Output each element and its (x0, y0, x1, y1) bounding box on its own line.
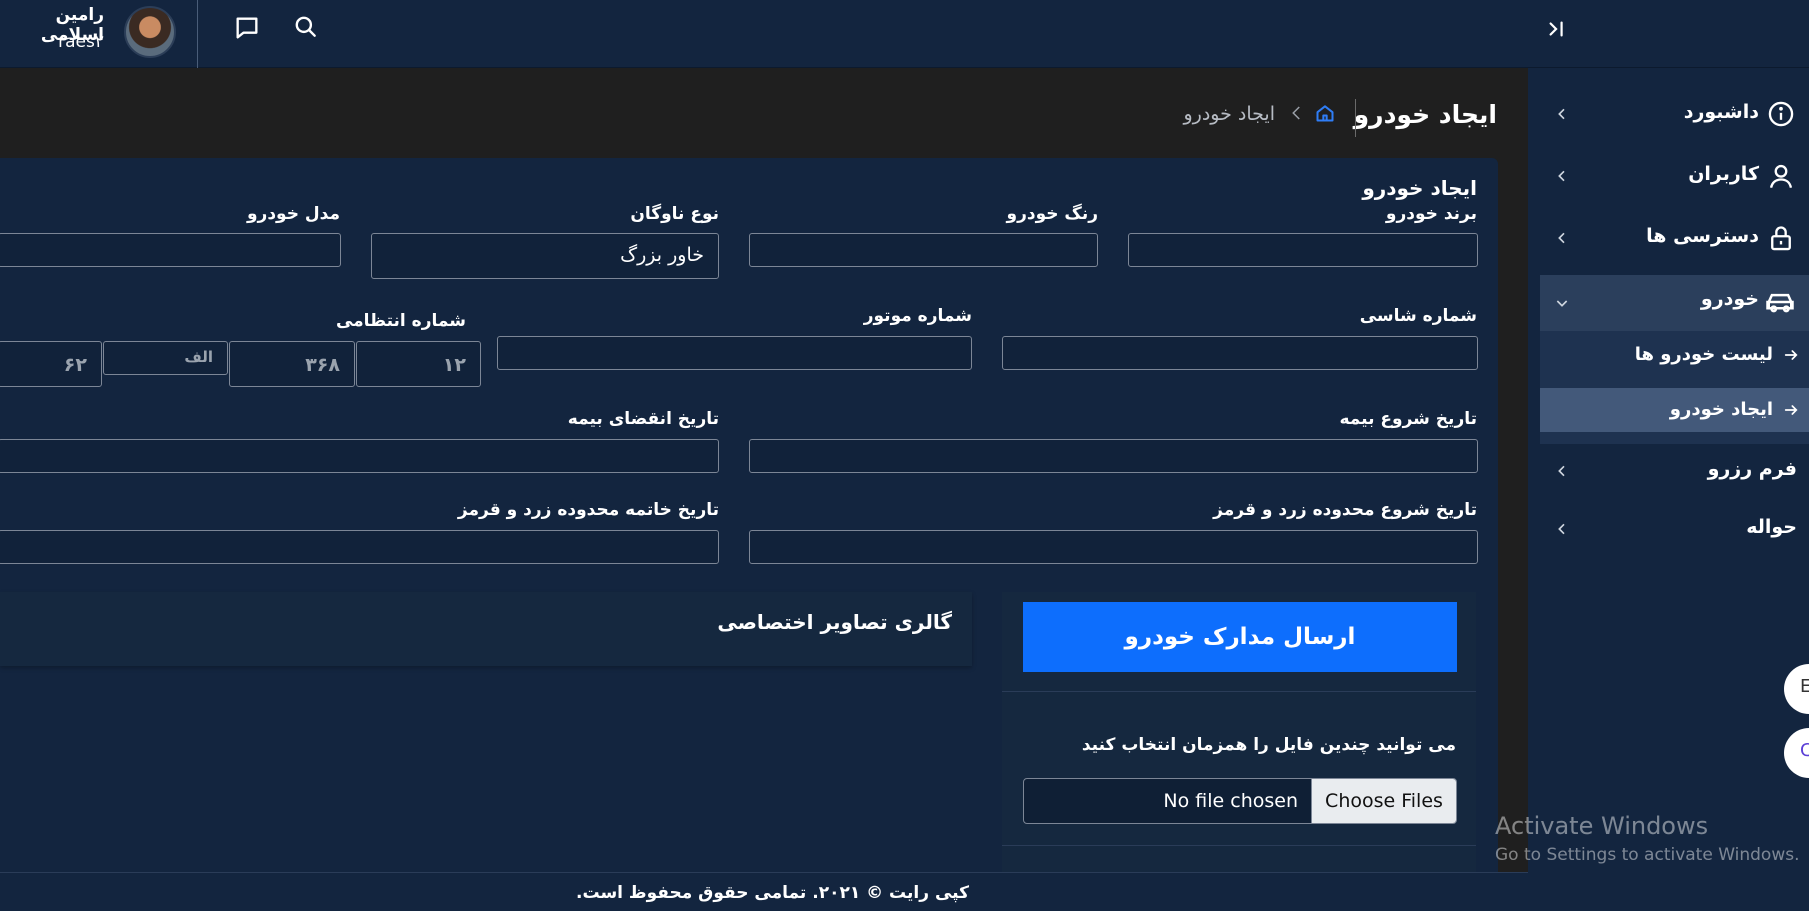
private-gallery-panel: گالری تصاویر اختصاصی (0, 592, 972, 666)
chassis-label: شماره شاسی (1359, 306, 1477, 326)
sidebar-item-label: داشبورد (1683, 101, 1759, 123)
form-title: ایجاد خودرو (1362, 176, 1477, 200)
chevron-left-icon (1554, 230, 1570, 250)
sidebar-item-users[interactable]: کاربران (1540, 150, 1809, 202)
sidebar-subitem-label: ایجاد خودرو (1669, 399, 1773, 420)
chevron-left-icon (1554, 521, 1570, 541)
chevron-down-icon (1554, 295, 1570, 315)
plate-letter-select[interactable]: الف (103, 341, 228, 375)
fleet-type-value: خاور بزرگ (620, 244, 704, 266)
breadcrumb: ایجاد خودرو (1183, 103, 1276, 125)
arrow-right-icon (1783, 347, 1799, 367)
lock-icon (1767, 224, 1795, 256)
info-icon (1767, 100, 1795, 132)
divider (1002, 845, 1476, 846)
search-icon[interactable] (293, 14, 319, 44)
sidebar-item-label: دسترسی ها (1646, 225, 1759, 247)
car-icon (1765, 287, 1795, 321)
insurance-start-label: تاریخ شروع بیمه (1339, 409, 1477, 429)
vehicle-submenu: لیست خودرو ها ایجاد خودرو (1540, 331, 1809, 444)
fleet-type-select[interactable]: خاور بزرگ (371, 233, 719, 279)
file-input[interactable]: Choose Files No file chosen (1023, 778, 1457, 824)
zone-end-field[interactable] (0, 530, 719, 564)
color-field[interactable] (749, 233, 1098, 267)
fleet-type-label: نوع ناوگان (630, 204, 719, 224)
avatar[interactable] (124, 6, 176, 58)
page-title: ایجاد خودرو (1353, 100, 1497, 129)
upload-panel: ارسال مدارک خودرو می توانید چندین فایل ر… (1002, 592, 1476, 878)
plate-part-2[interactable]: ۳۶۸ (229, 341, 355, 387)
gallery-title: گالری تصاویر اختصاصی (717, 610, 952, 634)
divider (1002, 691, 1476, 692)
insurance-end-field[interactable] (0, 439, 719, 473)
chevron-left-icon (1554, 106, 1570, 126)
sidebar: داشبورد کاربران دسترسی ها خودرو لیست خود… (1528, 68, 1809, 911)
user-icon (1767, 162, 1795, 194)
sidebar-item-reservation[interactable]: فرم رزرو (1540, 445, 1809, 497)
plate-part-value: ۶۲ (63, 354, 87, 376)
engine-label: شماره موتور (863, 306, 972, 326)
plate-part-3[interactable]: ۶۲ (0, 341, 102, 387)
home-icon[interactable] (1315, 103, 1335, 127)
sidebar-item-dashboard[interactable]: داشبورد (1540, 88, 1809, 140)
choose-files-button[interactable]: Choose Files (1311, 779, 1456, 823)
insurance-start-field[interactable] (749, 439, 1478, 473)
model-label: مدل خودرو (246, 204, 340, 224)
sidebar-item-label: فرم رزرو (1707, 458, 1797, 480)
engine-field[interactable] (497, 336, 972, 370)
brand-field[interactable] (1128, 233, 1478, 267)
divider (197, 0, 198, 68)
chevron-left-icon (1554, 168, 1570, 188)
color-label: رنگ خودرو (1006, 204, 1098, 224)
sidebar-item-permissions[interactable]: دسترسی ها (1540, 212, 1809, 264)
sidebar-item-label: حواله (1746, 516, 1797, 538)
divider (1355, 99, 1356, 137)
collapse-sidebar-icon[interactable] (1546, 18, 1568, 44)
arrow-right-icon (1783, 402, 1799, 422)
chat-icon[interactable] (233, 14, 261, 46)
plate-label: شماره انتظامی (335, 311, 466, 331)
zone-start-field[interactable] (749, 530, 1478, 564)
sidebar-item-label: کاربران (1688, 163, 1759, 185)
brand-label: برند خودرو (1385, 204, 1477, 224)
insurance-end-label: تاریخ انقضای بیمه (567, 409, 719, 429)
sidebar-subitem-label: لیست خودرو ها (1634, 344, 1773, 365)
chevron-left-icon (1288, 104, 1306, 126)
footer: کپی رایت © ۲۰۲۱. تمامی حقوق محفوظ است. (0, 872, 1528, 911)
sidebar-item-waybill[interactable]: حواله (1540, 503, 1809, 555)
sidebar-subitem-vehicle-list[interactable]: لیست خودرو ها (1540, 333, 1809, 377)
send-documents-button[interactable]: ارسال مدارک خودرو (1023, 602, 1457, 672)
no-file-text: No file chosen (1163, 790, 1298, 812)
sidebar-item-label: خودرو (1700, 288, 1759, 310)
zone-end-label: تاریخ خاتمه محدوده زرد و قرمز (457, 500, 719, 520)
plate-part-1[interactable]: ۱۲ (356, 341, 481, 387)
zone-start-label: تاریخ شروع محدوده زرد و قرمز (1213, 500, 1477, 520)
copyright-text: کپی رایت © ۲۰۲۱. تمامی حقوق محفوظ است. (576, 883, 969, 903)
model-field[interactable] (0, 233, 341, 267)
sidebar-item-vehicle[interactable]: خودرو (1540, 275, 1809, 331)
chassis-field[interactable] (1002, 336, 1478, 370)
floating-button-label: E (1800, 676, 1809, 697)
plate-part-value: ۳۶۸ (305, 354, 340, 376)
floating-button-label: C (1800, 740, 1809, 761)
plate-part-value: الف (184, 348, 213, 366)
watermark-title: Activate Windows (1495, 812, 1709, 840)
plate-part-value: ۱۲ (442, 354, 466, 376)
top-bar: رامین اسلامی raes۲ (0, 0, 1809, 68)
upload-hint: می توانید چندین فایل را همزمان انتخاب کن… (1081, 735, 1456, 755)
sidebar-subitem-create-vehicle[interactable]: ایجاد خودرو (1540, 388, 1809, 432)
user-role: raes۲ (58, 32, 104, 52)
chevron-left-icon (1554, 463, 1570, 483)
watermark-subtitle: Go to Settings to activate Windows. (1495, 845, 1800, 865)
